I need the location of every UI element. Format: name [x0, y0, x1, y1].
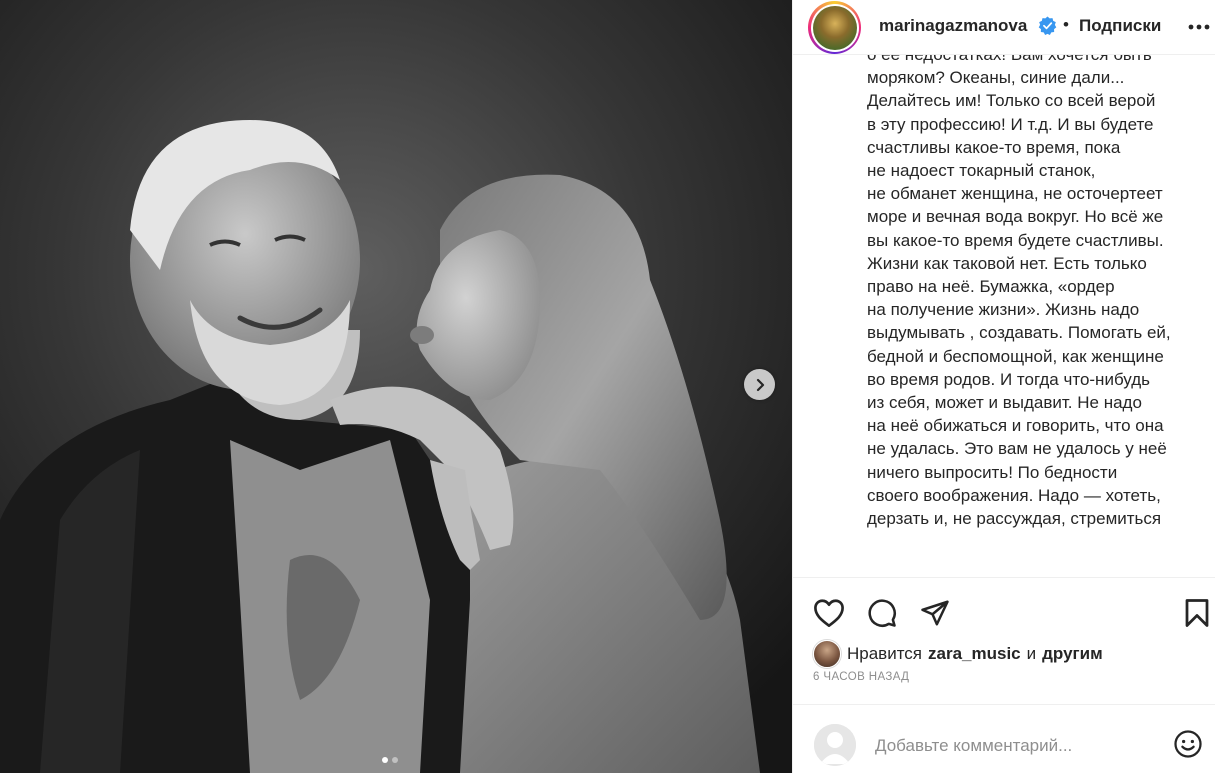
carousel-dot	[392, 757, 398, 763]
caption-text: о её недостатках! Вам хочется быть моряк…	[867, 55, 1171, 529]
liker-username[interactable]: zara_music	[928, 644, 1021, 664]
paper-plane-icon[interactable]	[920, 598, 950, 628]
post-media[interactable]	[0, 0, 792, 773]
post-caption: о её недостатках! Вам хочется быть моряк…	[793, 55, 1215, 577]
heart-icon[interactable]	[813, 598, 845, 628]
bookmark-icon[interactable]	[1184, 598, 1210, 628]
more-options-icon[interactable]	[1188, 16, 1210, 38]
following-button[interactable]: Подписки	[1079, 16, 1161, 36]
author-username[interactable]: marinagazmanova	[879, 16, 1027, 36]
emoji-icon[interactable]	[1173, 729, 1203, 759]
divider	[793, 704, 1215, 705]
post-header: marinagazmanova • Подписки	[793, 0, 1215, 55]
post-timestamp[interactable]: 6 ЧАСОВ НАЗАД	[813, 671, 909, 683]
likes-summary[interactable]: Нравится zara_music и другим	[813, 640, 1103, 668]
comment-input[interactable]	[873, 730, 1157, 762]
author-avatar-image	[812, 5, 857, 50]
likes-others[interactable]: другим	[1042, 644, 1103, 664]
chevron-right-icon	[756, 378, 764, 391]
post-photo	[0, 0, 792, 773]
verified-badge-icon	[1038, 16, 1057, 35]
carousel-next-button[interactable]	[744, 369, 775, 400]
header-separator: •	[1063, 15, 1069, 34]
current-user-avatar	[814, 724, 856, 766]
likes-prefix: Нравится	[847, 644, 923, 663]
carousel-dot-active	[382, 757, 388, 763]
likes-conjunction: и	[1026, 644, 1037, 663]
divider	[793, 577, 1215, 578]
author-avatar[interactable]	[808, 1, 861, 54]
comment-icon[interactable]	[867, 598, 897, 628]
post-details-panel: marinagazmanova • Подписки о её недостат…	[792, 0, 1215, 773]
carousel-indicator	[382, 757, 398, 763]
default-avatar-icon	[814, 724, 856, 766]
liker-avatar	[813, 640, 841, 668]
